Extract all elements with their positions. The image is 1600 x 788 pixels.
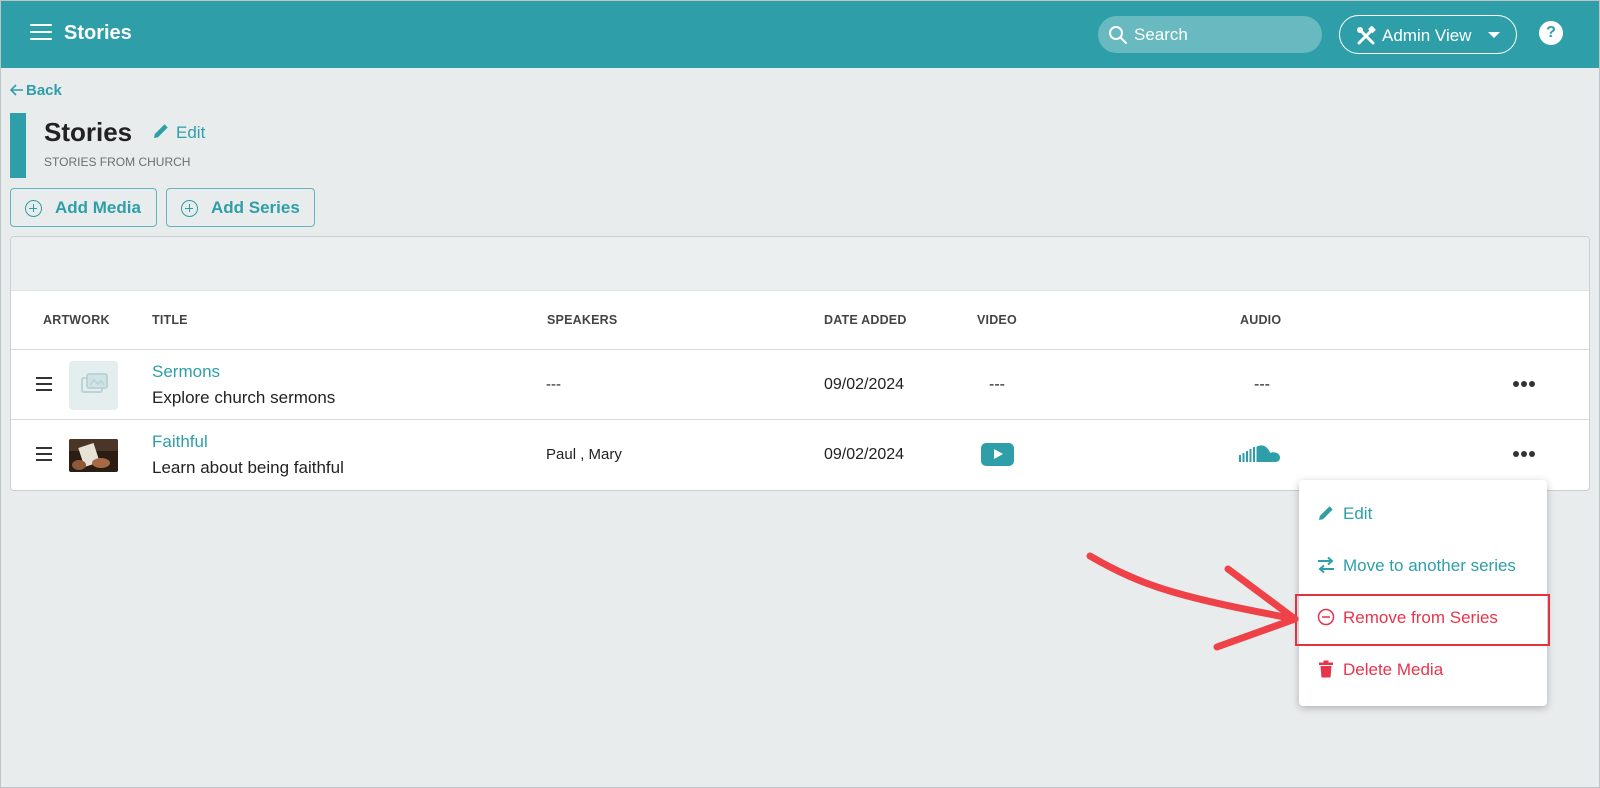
media-description: Explore church sermons: [152, 388, 336, 407]
media-table: ARTWORK TITLE SPEAKERS DATE ADDED VIDEO …: [10, 236, 1590, 491]
more-options-icon[interactable]: [1513, 374, 1541, 394]
media-description: Learn about being faithful: [152, 458, 344, 477]
trash-icon: [1319, 660, 1333, 678]
table-toolbar: [11, 237, 1589, 291]
title-accent-bar: [10, 113, 26, 178]
placeholder-icon: [81, 373, 108, 393]
speakers-cell: ---: [546, 376, 561, 393]
search-input[interactable]: [1134, 16, 1314, 53]
pencil-icon: [1319, 506, 1333, 520]
search-box[interactable]: [1098, 16, 1322, 53]
edit-label: Edit: [176, 123, 206, 142]
column-header-date-added: DATE ADDED: [824, 313, 907, 327]
admin-view-button[interactable]: Admin View: [1339, 15, 1517, 54]
soundcloud-icon[interactable]: [1239, 444, 1281, 464]
add-series-label: Add Series: [211, 198, 300, 217]
app-title: Stories: [64, 22, 132, 44]
help-icon[interactable]: ?: [1539, 21, 1563, 45]
column-header-video: VIDEO: [977, 313, 1017, 327]
admin-view-label: Admin View: [1382, 26, 1472, 45]
column-header-speakers: SPEAKERS: [547, 313, 618, 327]
pencil-icon: [154, 124, 168, 138]
arrow-left-icon: [9, 84, 23, 96]
more-options-icon[interactable]: [1513, 444, 1541, 464]
annotation-highlight-box: [1295, 594, 1550, 646]
drag-handle-icon[interactable]: [36, 447, 52, 461]
add-media-button[interactable]: Add Media: [10, 188, 157, 227]
artwork-thumbnail: [69, 439, 118, 472]
menu-item-label: Delete Media: [1343, 660, 1444, 679]
plus-circle-icon: [181, 200, 198, 217]
media-title-link[interactable]: Sermons: [152, 362, 220, 382]
add-series-button[interactable]: Add Series: [166, 188, 315, 227]
media-title-link[interactable]: Faithful: [152, 432, 208, 452]
date-added-cell: 09/02/2024: [824, 376, 905, 393]
menu-item-label: Move to another series: [1343, 556, 1516, 575]
back-label: Back: [26, 82, 62, 99]
hamburger-menu-icon[interactable]: [30, 24, 52, 42]
table-row[interactable]: Faithful Learn about being faithful Paul…: [11, 419, 1589, 489]
audio-cell: ---: [1254, 376, 1270, 393]
photo-thumbnail: [69, 439, 118, 472]
youtube-icon[interactable]: [981, 443, 1014, 466]
drag-handle-icon[interactable]: [36, 377, 52, 391]
edit-series-link[interactable]: Edit: [152, 122, 205, 143]
back-link[interactable]: Back: [9, 82, 62, 99]
column-header-artwork: ARTWORK: [43, 313, 110, 327]
page-subtitle: STORIES FROM CHURCH: [44, 155, 191, 169]
swap-arrows-icon: [1318, 556, 1334, 574]
chevron-down-icon: [1488, 32, 1500, 38]
table-row[interactable]: Sermons Explore church sermons --- 09/02…: [11, 349, 1589, 419]
column-header-audio: AUDIO: [1240, 313, 1282, 327]
date-added-cell: 09/02/2024: [824, 446, 905, 463]
menu-item-edit[interactable]: Edit: [1299, 490, 1547, 538]
video-cell: ---: [989, 376, 1005, 393]
column-header-title: TITLE: [152, 313, 188, 327]
plus-circle-icon: [25, 200, 42, 217]
top-bar: Stories Admin View ?: [0, 0, 1600, 68]
menu-item-delete-media[interactable]: Delete Media: [1299, 646, 1547, 694]
page-title: Stories: [44, 117, 133, 147]
speakers-cell: Paul , Mary: [546, 446, 622, 463]
artwork-placeholder: [69, 361, 118, 410]
tools-icon: [1357, 26, 1376, 45]
row-context-menu: Edit Move to another series Remove from …: [1299, 480, 1547, 706]
search-icon: [1109, 26, 1127, 44]
add-media-label: Add Media: [55, 198, 141, 217]
menu-item-move-to-another-series[interactable]: Move to another series: [1299, 542, 1547, 590]
menu-item-label: Edit: [1343, 504, 1373, 523]
